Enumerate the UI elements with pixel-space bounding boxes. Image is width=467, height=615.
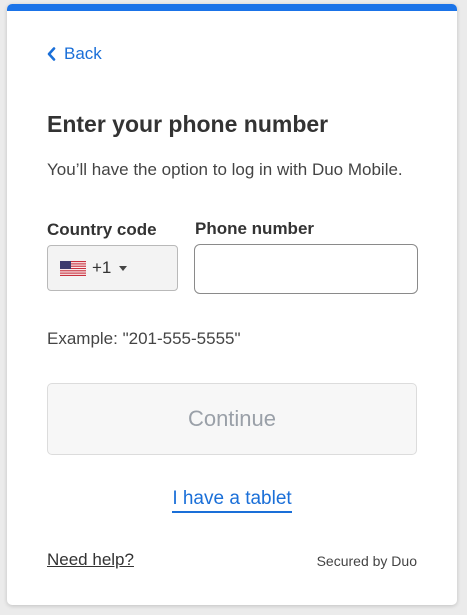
page-subtitle: You’ll have the option to log in with Du… [47, 160, 403, 179]
us-flag-icon [60, 260, 86, 276]
accent-bar [7, 4, 457, 11]
phone-number-input[interactable] [194, 244, 418, 294]
need-help-link[interactable]: Need help? [47, 550, 134, 570]
phone-example-hint: Example: "201-555-5555" [47, 329, 241, 348]
back-label: Back [64, 44, 102, 63]
secured-by-duo: Secured by Duo [316, 553, 417, 569]
country-code-label: Country code [47, 220, 157, 239]
caret-down-icon [119, 265, 128, 271]
phone-number-label: Phone number [195, 219, 315, 238]
continue-button[interactable]: Continue [47, 383, 417, 455]
page-title: Enter your phone number [47, 111, 329, 137]
tablet-link[interactable]: I have a tablet [172, 488, 292, 513]
login-card: Back Enter your phone number You’ll have… [7, 4, 457, 605]
chevron-left-icon [47, 47, 56, 61]
tablet-link-container: I have a tablet [7, 488, 457, 513]
country-code-select[interactable]: +1 [47, 245, 178, 291]
back-link[interactable]: Back [47, 44, 102, 64]
country-code-value: +1 [92, 258, 112, 277]
